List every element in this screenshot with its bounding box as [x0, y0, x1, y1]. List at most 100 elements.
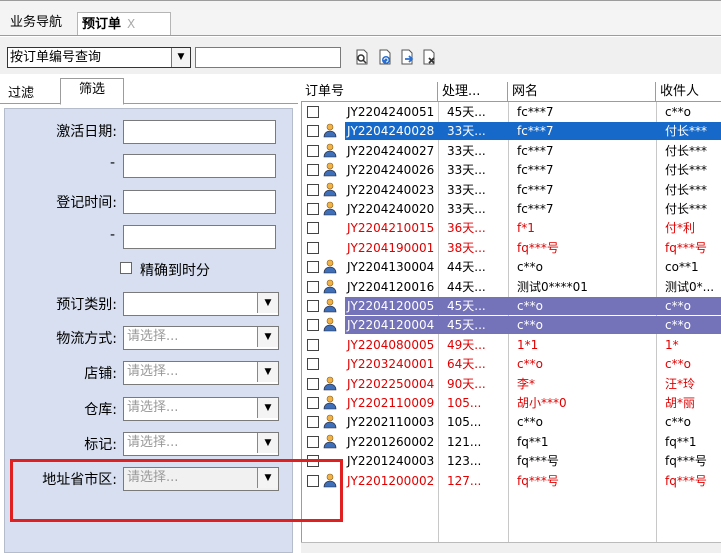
- processing-time: 33天...: [447, 124, 486, 138]
- order-number: JY2204190001: [347, 241, 435, 255]
- user-icon: [323, 143, 337, 158]
- recipient-name: 1*: [665, 338, 679, 352]
- table-row[interactable]: JY2204120016 44天... 测试0****01 测试0*...: [301, 278, 721, 296]
- row-checkbox[interactable]: [307, 358, 319, 370]
- tab-preorder[interactable]: 预订单 X: [77, 12, 171, 35]
- grid-footer-strip: [301, 542, 721, 553]
- table-row[interactable]: JY2204210015 36天... f*1 付*利: [301, 219, 721, 237]
- close-tab-icon[interactable]: X: [127, 17, 135, 31]
- column-header-processing[interactable]: 处理...: [438, 82, 508, 102]
- processing-time: 64天...: [447, 357, 486, 371]
- row-checkbox[interactable]: [307, 106, 319, 118]
- tab-screen[interactable]: 筛选: [60, 78, 124, 105]
- shop-select[interactable]: 请选择... ▼: [123, 361, 279, 385]
- table-row[interactable]: JY2204120004 45天... c**o c**o: [301, 316, 721, 334]
- register-time-start-input[interactable]: [123, 190, 276, 214]
- column-header-nickname[interactable]: 网名: [508, 82, 656, 102]
- order-number: JY2202110009: [347, 396, 435, 410]
- logistics-placeholder: 请选择...: [127, 329, 179, 344]
- tab-preorder-label: 预订单: [82, 17, 122, 32]
- shop-label: 店铺:: [84, 366, 117, 382]
- row-checkbox[interactable]: [307, 319, 319, 331]
- table-row[interactable]: JY2204240026 33天... fc***7 付长***: [301, 161, 721, 179]
- order-number: JY2203240001: [347, 357, 435, 371]
- row-checkbox[interactable]: [307, 281, 319, 293]
- row-checkbox[interactable]: [307, 222, 319, 234]
- precise-time-checkbox[interactable]: [120, 262, 132, 274]
- table-row[interactable]: JY2204080005 49天... 1*1 1*: [301, 336, 721, 354]
- row-checkbox[interactable]: [307, 125, 319, 137]
- order-number: JY2204130004: [347, 260, 435, 274]
- row-checkbox[interactable]: [307, 416, 319, 428]
- table-row[interactable]: JY2201260002 121... fq**1 fq**1: [301, 433, 721, 451]
- table-row[interactable]: JY2201200002 127... fq***号 fq***号: [301, 472, 721, 490]
- user-icon: [323, 279, 337, 294]
- processing-time: 123...: [447, 454, 482, 468]
- tab-business-nav[interactable]: 业务导航: [6, 12, 66, 34]
- row-checkbox[interactable]: [307, 436, 319, 448]
- query-type-select[interactable]: 按订单编号查询 ▼: [7, 47, 191, 68]
- order-number: JY2204120016: [347, 280, 435, 294]
- table-row[interactable]: JY2204240023 33天... fc***7 付长***: [301, 181, 721, 199]
- activation-date-end-input[interactable]: [123, 154, 276, 178]
- row-checkbox[interactable]: [307, 397, 319, 409]
- table-row[interactable]: JY2204130004 44天... c**o co**1: [301, 258, 721, 276]
- tab-filter[interactable]: 过滤: [8, 82, 34, 101]
- row-checkbox[interactable]: [307, 242, 319, 254]
- recipient-name: fq***号: [665, 474, 707, 488]
- row-checkbox[interactable]: [307, 378, 319, 390]
- buyer-nickname: fc***7: [517, 202, 554, 216]
- processing-time: 44天...: [447, 260, 486, 274]
- table-row[interactable]: JY2204240051 45天... fc***7 c**o: [301, 103, 721, 121]
- mark-select[interactable]: 请选择... ▼: [123, 432, 279, 456]
- refresh-doc-icon[interactable]: [377, 49, 393, 65]
- row-checkbox[interactable]: [307, 203, 319, 215]
- chevron-down-icon: ▼: [257, 327, 278, 347]
- tab-business-nav-label: 业务导航: [10, 15, 63, 30]
- table-row[interactable]: JY2204120005 45天... c**o c**o: [301, 297, 721, 315]
- logistics-select[interactable]: 请选择... ▼: [123, 326, 279, 350]
- export-doc-icon[interactable]: [399, 49, 415, 65]
- row-checkbox[interactable]: [307, 300, 319, 312]
- recipient-name: 测试0*...: [665, 280, 715, 294]
- register-time-label: 登记时间:: [56, 195, 117, 211]
- order-number: JY2201200002: [347, 474, 435, 488]
- order-number: JY2204240020: [347, 202, 435, 216]
- user-icon: [323, 434, 337, 449]
- order-number: JY2204210015: [347, 221, 435, 235]
- activation-date-start-input[interactable]: [123, 120, 276, 144]
- recipient-name: c**o: [665, 318, 691, 332]
- table-row[interactable]: JY2204240028 33天... fc***7 付长***: [301, 122, 721, 140]
- row-checkbox[interactable]: [307, 339, 319, 351]
- column-header-order-no[interactable]: 订单号: [301, 82, 438, 102]
- table-row[interactable]: JY2203240001 64天... c**o c**o: [301, 355, 721, 373]
- table-row[interactable]: JY2202110003 105... c**o c**o: [301, 413, 721, 431]
- order-type-select[interactable]: ▼: [123, 292, 279, 316]
- table-row[interactable]: JY2202110009 105... 胡小***0 胡*丽: [301, 394, 721, 412]
- order-number: JY2204240026: [347, 163, 435, 177]
- chevron-down-icon: ▼: [257, 362, 278, 382]
- column-header-recipient[interactable]: 收件人: [656, 82, 721, 102]
- table-row[interactable]: JY2202250004 90天... 李* 汪*玲: [301, 375, 721, 393]
- processing-time: 49天...: [447, 338, 486, 352]
- query-input[interactable]: [195, 47, 341, 68]
- table-row[interactable]: JY2204240027 33天... fc***7 付长***: [301, 142, 721, 160]
- table-row[interactable]: JY2201240003 123... fq***号 fq***号: [301, 452, 721, 470]
- row-checkbox[interactable]: [307, 145, 319, 157]
- warehouse-select[interactable]: 请选择... ▼: [123, 397, 279, 421]
- register-time-end-input[interactable]: [123, 225, 276, 249]
- table-row[interactable]: JY2204240020 33天... fc***7 付长***: [301, 200, 721, 218]
- processing-time: 44天...: [447, 280, 486, 294]
- activation-date-label: 激活日期:: [56, 124, 117, 140]
- recipient-name: 汪*玲: [665, 377, 696, 391]
- delete-doc-icon[interactable]: [421, 49, 437, 65]
- search-doc-icon[interactable]: [354, 49, 370, 65]
- row-checkbox[interactable]: [307, 261, 319, 273]
- order-number: JY2204080005: [347, 338, 435, 352]
- table-row[interactable]: JY2204190001 38天... fq***号 fq***号: [301, 239, 721, 257]
- logistics-label: 物流方式:: [56, 331, 117, 347]
- row-checkbox[interactable]: [307, 164, 319, 176]
- buyer-nickname: fc***7: [517, 144, 554, 158]
- row-checkbox[interactable]: [307, 184, 319, 196]
- query-type-value: 按订单编号查询: [10, 50, 102, 65]
